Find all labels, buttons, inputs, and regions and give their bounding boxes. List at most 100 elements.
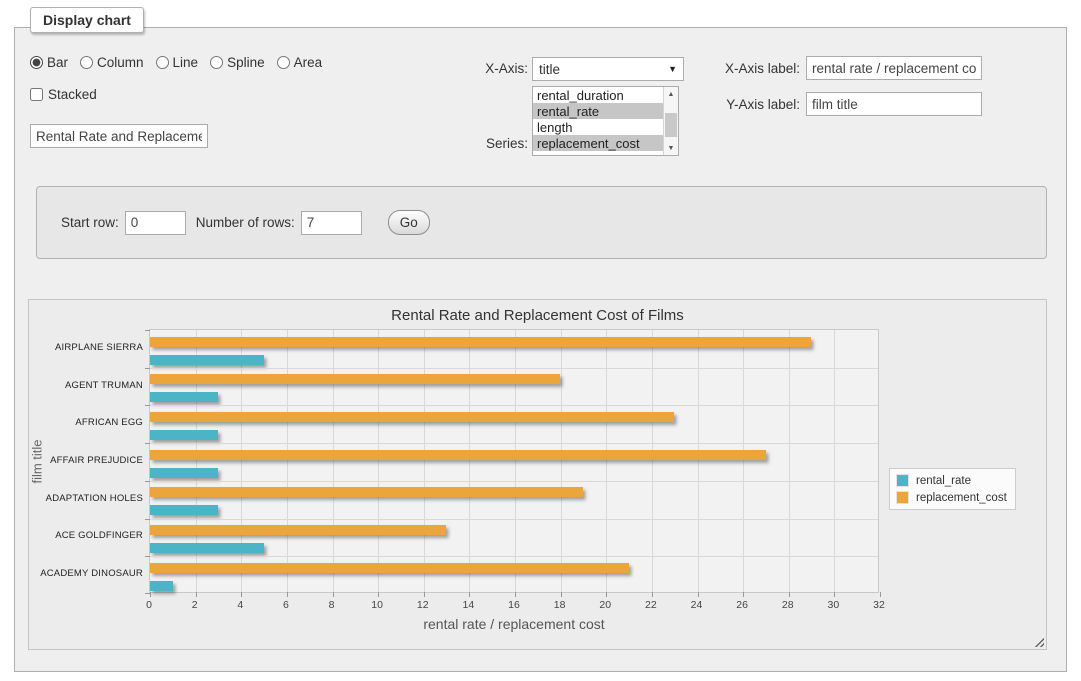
- resize-handle-icon[interactable]: [1033, 636, 1044, 647]
- gridline-horizontal: [150, 368, 878, 369]
- legend-label: replacement_cost: [916, 492, 1007, 504]
- chart-title-input[interactable]: [30, 124, 208, 148]
- gridline-vertical: [606, 330, 607, 592]
- category-label: ACADEMY DINOSAUR: [31, 568, 143, 579]
- x-tick-mark: [241, 592, 242, 597]
- category-tick-mark: [145, 593, 150, 594]
- category-label: AFRICAN EGG: [31, 417, 143, 428]
- x-tick-mark: [743, 592, 744, 597]
- x-tick-label: 20: [588, 599, 622, 611]
- page: Display chart Bar Column Line Spline Are…: [0, 0, 1081, 681]
- bar-replacement_cost: [150, 563, 629, 573]
- gridline-vertical: [378, 330, 379, 592]
- bar-replacement_cost: [150, 337, 811, 347]
- num-rows-label: Number of rows:: [196, 215, 295, 230]
- x-tick-mark: [652, 592, 653, 597]
- x-tick-mark: [424, 592, 425, 597]
- start-row-input[interactable]: [125, 211, 186, 235]
- category-label: ADAPTATION HOLES: [31, 493, 143, 504]
- gridline-vertical: [561, 330, 562, 592]
- chart-title: Rental Rate and Replacement Cost of Film…: [29, 307, 1046, 324]
- bar-rental_rate: [150, 543, 264, 553]
- chevron-down-icon: ▼: [668, 64, 677, 74]
- xaxis-selected-value: title: [539, 62, 668, 77]
- series-option-replacement-cost[interactable]: replacement_cost: [533, 135, 663, 151]
- x-tick-mark: [606, 592, 607, 597]
- scroll-up-icon[interactable]: ▲: [664, 87, 678, 101]
- go-button[interactable]: Go: [388, 210, 430, 235]
- x-tick-mark: [561, 592, 562, 597]
- radio-column-label[interactable]: Column: [97, 55, 144, 70]
- x-tick-label: 4: [223, 599, 257, 611]
- gridline-vertical: [424, 330, 425, 592]
- xaxis-caption: X-Axis:: [430, 61, 528, 76]
- category-label: AFFAIR PREJUDICE: [31, 455, 143, 466]
- scrollbar-track[interactable]: [664, 101, 678, 141]
- rows-panel: Start row: Number of rows: Go: [36, 186, 1047, 259]
- num-rows-input[interactable]: [301, 211, 362, 235]
- bar-rental_rate: [150, 430, 218, 440]
- gridline-vertical: [333, 330, 334, 592]
- gridline-horizontal: [150, 443, 878, 444]
- x-tick-mark: [287, 592, 288, 597]
- x-tick-mark: [196, 592, 197, 597]
- category-label: ACE GOLDFINGER: [31, 530, 143, 541]
- radio-area-label[interactable]: Area: [294, 55, 323, 70]
- scrollbar-thumb[interactable]: [665, 113, 677, 137]
- bar-replacement_cost: [150, 525, 446, 535]
- x-tick-label: 0: [132, 599, 166, 611]
- bar-rental_rate: [150, 468, 218, 478]
- chart-legend: rental_rate replacement_cost: [889, 468, 1016, 510]
- x-tick-label: 12: [406, 599, 440, 611]
- legend-item: rental_rate: [896, 474, 1007, 487]
- category-tick-mark: [145, 405, 150, 406]
- gridline-vertical: [515, 330, 516, 592]
- x-tick-mark: [880, 592, 881, 597]
- xaxis-label-caption: X-Axis label:: [690, 61, 800, 76]
- radio-line[interactable]: [156, 56, 169, 69]
- category-tick-mark: [145, 443, 150, 444]
- category-tick-mark: [145, 481, 150, 482]
- series-list-scrollbar[interactable]: ▲ ▼: [663, 87, 678, 155]
- series-option-rental-duration[interactable]: rental_duration: [533, 87, 663, 103]
- x-tick-mark: [469, 592, 470, 597]
- gridline-vertical: [834, 330, 835, 592]
- chart-panel: Rental Rate and Replacement Cost of Film…: [28, 299, 1047, 650]
- radio-spline-label[interactable]: Spline: [227, 55, 265, 70]
- category-tick-mark: [145, 368, 150, 369]
- radio-bar-label[interactable]: Bar: [47, 55, 68, 70]
- xaxis-label-input[interactable]: [806, 56, 982, 80]
- fieldset-legend: Display chart: [30, 7, 144, 33]
- series-listbox[interactable]: rental_duration rental_rate length repla…: [532, 86, 679, 156]
- legend-label: rental_rate: [916, 475, 971, 487]
- yaxis-label-input[interactable]: [806, 92, 982, 116]
- x-tick-mark: [698, 592, 699, 597]
- bar-rental_rate: [150, 505, 218, 515]
- x-tick-label: 16: [497, 599, 531, 611]
- gridline-vertical: [652, 330, 653, 592]
- xaxis-select[interactable]: title ▼: [532, 57, 684, 81]
- gridline-vertical: [287, 330, 288, 592]
- x-tick-mark: [333, 592, 334, 597]
- chart-type-radio-group: Bar Column Line Spline Area: [30, 55, 330, 70]
- radio-area[interactable]: [277, 56, 290, 69]
- gridline-horizontal: [150, 519, 878, 520]
- x-tick-mark: [378, 592, 379, 597]
- gridline-vertical: [469, 330, 470, 592]
- radio-line-label[interactable]: Line: [173, 55, 199, 70]
- bar-rental_rate: [150, 392, 218, 402]
- stacked-checkbox[interactable]: [30, 88, 43, 101]
- bar-replacement_cost: [150, 487, 583, 497]
- radio-bar[interactable]: [30, 56, 43, 69]
- series-option-length[interactable]: length: [533, 119, 663, 135]
- bar-replacement_cost: [150, 450, 766, 460]
- category-label: AIRPLANE SIERRA: [31, 342, 143, 353]
- x-tick-label: 26: [725, 599, 759, 611]
- series-option-rental-rate[interactable]: rental_rate: [533, 103, 663, 119]
- category-tick-mark: [145, 556, 150, 557]
- stacked-label[interactable]: Stacked: [48, 87, 97, 102]
- radio-spline[interactable]: [210, 56, 223, 69]
- x-tick-label: 2: [178, 599, 212, 611]
- scroll-down-icon[interactable]: ▼: [664, 141, 678, 155]
- radio-column[interactable]: [80, 56, 93, 69]
